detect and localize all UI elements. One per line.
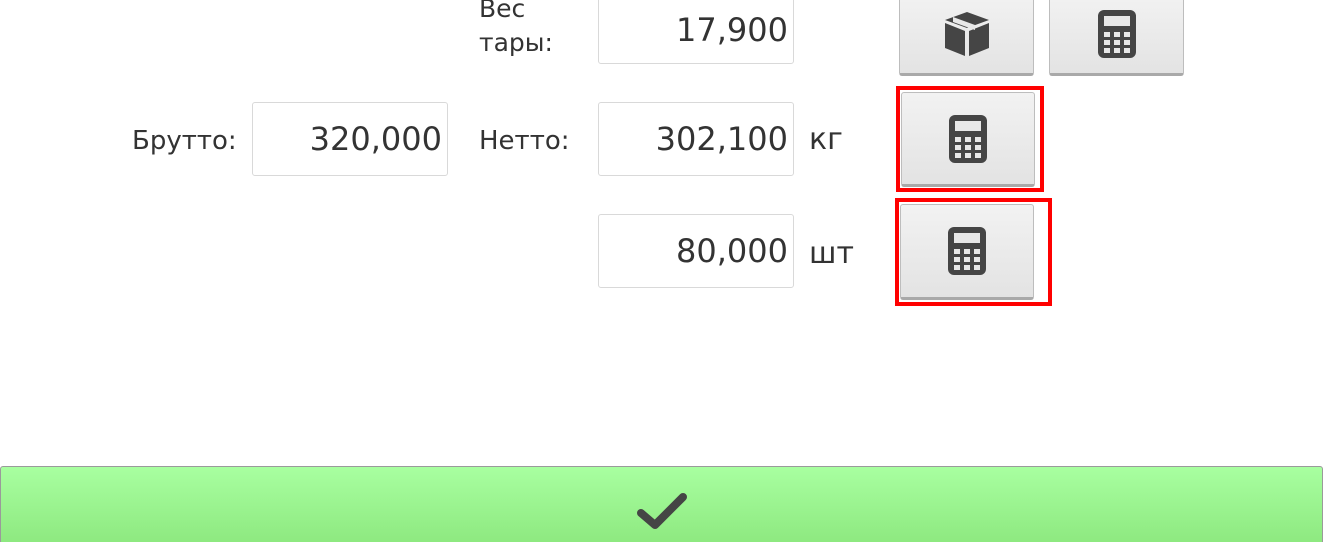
net-label: Нетто:: [479, 126, 570, 156]
net-unit-label: кг: [809, 122, 843, 157]
gross-label: Брутто:: [132, 126, 237, 156]
calculator-icon: [1097, 10, 1136, 58]
confirm-button[interactable]: [0, 466, 1323, 542]
tare-label-line2: тары:: [479, 28, 553, 57]
net-weight-field[interactable]: 302,100: [598, 102, 794, 176]
check-icon: [636, 493, 687, 529]
tare-calculator-button[interactable]: [1049, 0, 1184, 76]
calculator-icon: [949, 114, 987, 163]
pieces-unit-label: шт: [809, 236, 854, 271]
tare-weight-field[interactable]: 17,900: [598, 0, 794, 64]
pieces-quantity-field[interactable]: 80,000: [598, 214, 794, 288]
gross-weight-field[interactable]: 320,000: [252, 102, 448, 176]
weight-entry-screen: Вес тары: 17,900 Брутто: 320,000 Нетто: …: [0, 0, 1329, 542]
box-icon: [944, 12, 989, 56]
tare-label-line1: Вес: [479, 0, 526, 23]
tare-package-button[interactable]: [899, 0, 1034, 76]
calculator-icon: [948, 227, 986, 275]
pieces-calculator-button[interactable]: [900, 204, 1034, 300]
tare-label: Вес тары:: [479, 0, 553, 60]
net-calculator-button[interactable]: [901, 92, 1035, 187]
